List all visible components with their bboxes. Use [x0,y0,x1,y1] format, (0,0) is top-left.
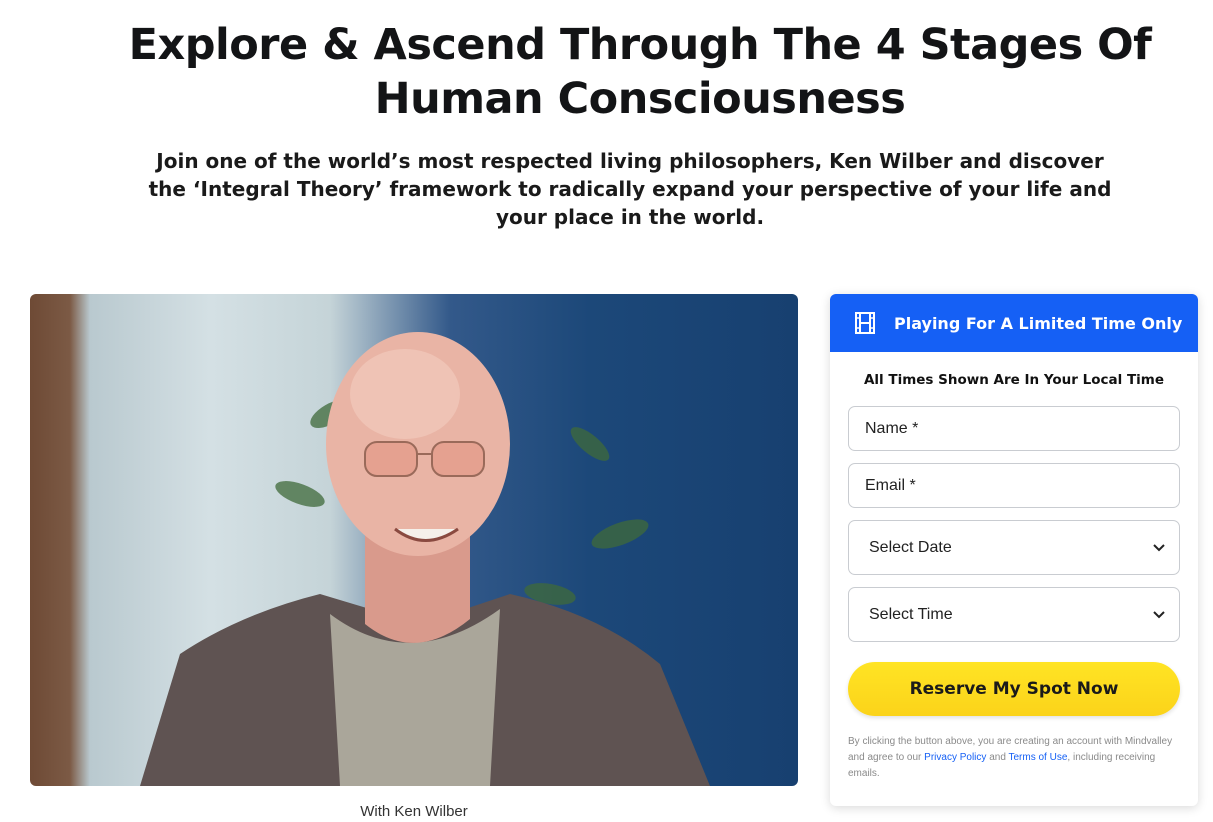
subheadline-line-1: Join one of the world’s most respected l… [156,149,1104,173]
subheadline-line-2: the ‘Integral Theory’ framework to radic… [148,177,1112,201]
hero-photo [30,294,798,786]
page-headline: Explore & Ascend Through The 4 Stages Of… [100,18,1180,126]
email-input[interactable] [865,476,1179,495]
subheadline-line-3: your place in the world. [495,205,765,229]
terms-of-use-link[interactable]: Terms of Use [1009,752,1068,763]
registration-card: Playing For A Limited Time Only All Time… [830,294,1198,806]
chevron-down-icon [1153,543,1165,551]
local-time-note: All Times Shown Are In Your Local Time [863,372,1165,388]
email-field[interactable] [848,463,1180,508]
time-select[interactable]: Select Time [848,587,1180,642]
date-select-label: Select Date [869,538,952,556]
hero-caption: With Ken Wilber [360,803,468,820]
headline-line-2: Human Consciousness [374,74,906,124]
chevron-down-icon [1153,610,1165,618]
date-select[interactable]: Select Date [848,520,1180,575]
terms-disclaimer: By clicking the button above, you are cr… [848,736,1173,779]
page-subheadline: Join one of the world’s most respected l… [130,147,1130,231]
name-input[interactable] [865,419,1179,438]
disclaimer-and: and [989,752,1006,763]
hero-illustration [140,332,710,786]
headline-line-1: Explore & Ascend Through The 4 Stages Of [128,20,1152,70]
film-icon [855,312,875,334]
time-select-label: Select Time [869,605,953,623]
card-header-label: Playing For A Limited Time Only [894,313,1183,333]
card-header: Playing For A Limited Time Only [830,294,1198,352]
privacy-policy-link[interactable]: Privacy Policy [924,752,986,763]
name-field[interactable] [848,406,1180,451]
reserve-spot-button[interactable]: Reserve My Spot Now [848,662,1180,716]
